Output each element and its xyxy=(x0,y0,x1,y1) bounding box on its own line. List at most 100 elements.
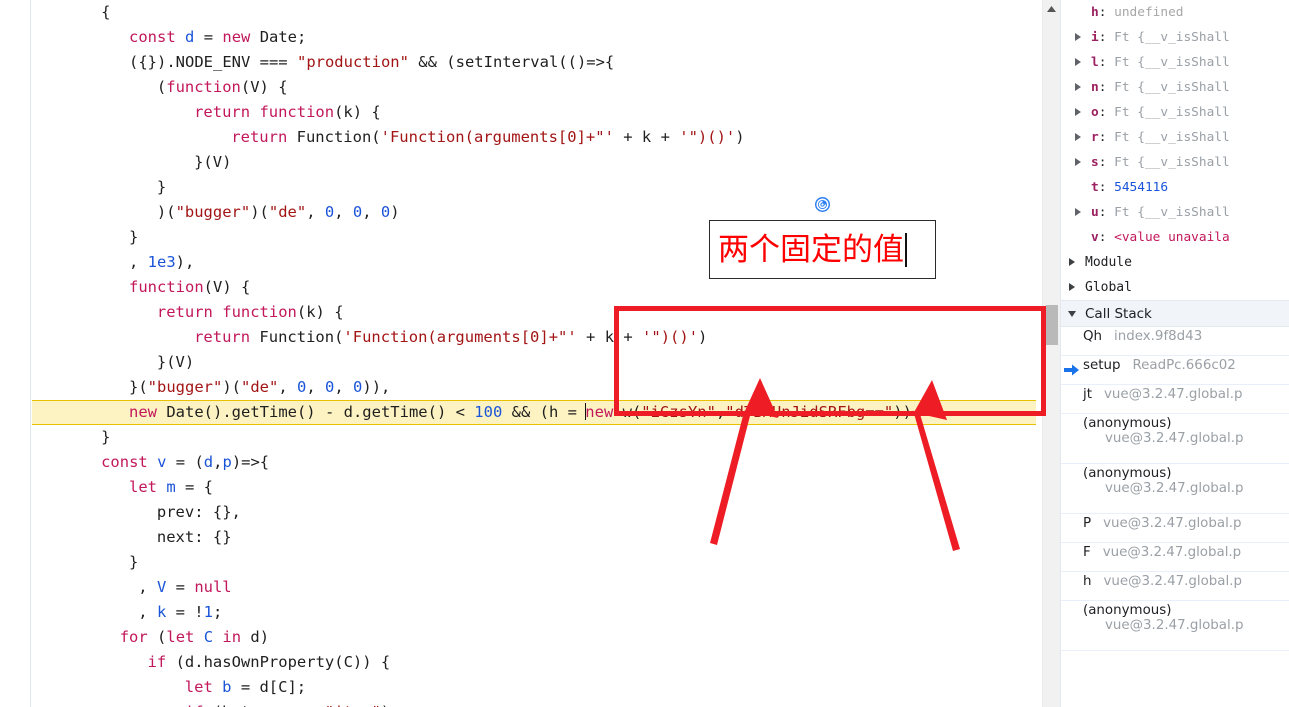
scope-variable-row[interactable]: l: Ft {__v_isShall xyxy=(1061,50,1289,75)
scope-group-global[interactable]: Global xyxy=(1061,275,1289,300)
line-number xyxy=(0,675,26,700)
code-token: 'Function(arguments[0]+"' xyxy=(343,328,577,346)
call-stack-frame[interactable]: Qh index.9f8d43 xyxy=(1061,327,1289,356)
scope-colon: : xyxy=(1098,105,1115,120)
scope-variable-row[interactable]: s: Ft {__v_isShall xyxy=(1061,150,1289,175)
code-content-area[interactable]: {const d = new Date; ({}).NODE_ENV === "p… xyxy=(32,0,1036,707)
code-token: , xyxy=(278,378,297,396)
scope-group-module[interactable]: Module xyxy=(1061,250,1289,275)
code-token: ), xyxy=(175,253,195,271)
code-line[interactable]: const v = (d,p)=>{ xyxy=(32,450,1036,475)
code-token: let xyxy=(166,628,195,646)
code-token: "de" xyxy=(268,203,307,221)
scope-variables-list[interactable]: h: undefined i: Ft {__v_isShall l: Ft {__v… xyxy=(1061,0,1289,250)
code-line[interactable]: }(V) xyxy=(32,150,1036,175)
call-stack-source-location: vue@3.2.47.global.p xyxy=(1105,431,1244,446)
scope-variable-row[interactable]: u: Ft {__v_isShall xyxy=(1061,200,1289,225)
line-number-gutter[interactable] xyxy=(0,0,31,707)
scope-variable-row[interactable]: n: Ft {__v_isShall xyxy=(1061,75,1289,100)
code-token: Function( xyxy=(287,128,381,146)
call-stack-frame[interactable]: (anonymous) vue@3.2.47.global.p xyxy=(1061,601,1289,651)
code-line[interactable]: prev: {}, xyxy=(32,500,1036,525)
code-line[interactable]: }(V) xyxy=(32,350,1036,375)
code-line[interactable]: return Function('Function(arguments[0]+"… xyxy=(32,325,1036,350)
code-line[interactable]: function(V) { xyxy=(32,275,1036,300)
code-line[interactable]: } xyxy=(32,225,1036,250)
scope-variable-row[interactable]: v: <value unavaila xyxy=(1061,225,1289,250)
code-line[interactable]: return Function('Function(arguments[0]+"… xyxy=(32,125,1036,150)
scroll-up-arrow-icon[interactable] xyxy=(1043,0,1060,17)
code-token: new xyxy=(222,28,251,46)
call-stack-section-header[interactable]: Call Stack xyxy=(1061,300,1289,327)
code-token: prev: {}, xyxy=(156,503,241,521)
debugger-sidebar[interactable]: h: undefined i: Ft {__v_isShall l: Ft {__v… xyxy=(1060,0,1289,707)
call-stack-source-location: index.9f8d43 xyxy=(1114,329,1203,344)
code-line[interactable]: }("bugger")("de", 0, 0, 0)), xyxy=(32,375,1036,400)
scope-variable-name: t xyxy=(1091,180,1099,195)
code-editor-pane[interactable]: {const d = new Date; ({}).NODE_ENV === "p… xyxy=(0,0,1060,707)
code-line[interactable]: , V = null xyxy=(32,575,1036,600)
code-token: "item" xyxy=(325,703,381,707)
call-stack-frame[interactable]: (anonymous) vue@3.2.47.global.p xyxy=(1061,414,1289,464)
scope-variable-row[interactable]: t: 5454116 xyxy=(1061,175,1289,200)
call-stack-source-location: vue@3.2.47.global.p xyxy=(1102,545,1242,560)
scope-variable-row[interactable]: r: Ft {__v_isShall xyxy=(1061,125,1289,150)
code-line[interactable]: , k = !1; xyxy=(32,600,1036,625)
code-line[interactable]: let b = d[C]; xyxy=(32,675,1036,700)
code-token: m xyxy=(166,478,176,496)
code-token: new xyxy=(129,403,157,421)
code-line[interactable]: return function(k) { xyxy=(32,300,1036,325)
code-token: )( xyxy=(156,203,176,221)
chevron-right-icon[interactable] xyxy=(1075,108,1081,116)
code-line[interactable]: (function(V) { xyxy=(32,75,1036,100)
code-line[interactable]: next: {} xyxy=(32,525,1036,550)
chevron-right-icon[interactable] xyxy=(1075,58,1081,66)
chevron-right-icon[interactable] xyxy=(1075,208,1081,216)
call-stack-frame[interactable]: (anonymous) vue@3.2.47.global.p xyxy=(1061,464,1289,514)
code-line[interactable]: { xyxy=(32,0,1036,25)
code-line[interactable]: if (b.type === "item") xyxy=(32,700,1036,707)
code-line[interactable]: } xyxy=(32,550,1036,575)
call-stack-frame[interactable]: h vue@3.2.47.global.p xyxy=(1061,572,1289,601)
code-line[interactable]: } xyxy=(32,175,1036,200)
code-token: in xyxy=(222,628,242,646)
code-line[interactable]: return function(k) { xyxy=(32,100,1036,125)
code-token: = ! xyxy=(166,603,204,621)
scope-variable-row[interactable]: h: undefined xyxy=(1061,0,1289,25)
code-token: Date; xyxy=(250,28,307,46)
code-line[interactable]: )("bugger")("de", 0, 0, 0) xyxy=(32,200,1036,225)
chevron-right-icon[interactable] xyxy=(1069,283,1075,291)
code-line[interactable]: if (d.hasOwnProperty(C)) { xyxy=(32,650,1036,675)
code-line[interactable]: const d = new Date; xyxy=(32,25,1036,50)
call-stack-frame[interactable]: setup ReadPc.666c02 xyxy=(1061,356,1289,385)
call-stack-frame-list[interactable]: Qh index.9f8d43 setup ReadPc.666c02 jt vue@3.… xyxy=(1061,327,1289,651)
call-stack-frame[interactable]: Fvue@3.2.47.global.p xyxy=(1061,543,1289,572)
code-line[interactable]: , 1e3), xyxy=(32,250,1036,275)
scope-variable-row[interactable]: i: Ft {__v_isShall xyxy=(1061,25,1289,50)
code-token: V xyxy=(156,578,167,596)
scope-groups-list[interactable]: Module Global xyxy=(1061,250,1289,300)
scope-colon: : xyxy=(1098,80,1115,95)
call-stack-frame[interactable]: jt vue@3.2.47.global.p xyxy=(1061,385,1289,414)
chevron-right-icon[interactable] xyxy=(1075,33,1081,41)
call-stack-frame[interactable]: Pvue@3.2.47.global.p xyxy=(1061,514,1289,543)
code-token: Date().getTime() - d.getTime() < xyxy=(157,403,475,421)
code-line[interactable]: ({}).NODE_ENV === "production" && (setIn… xyxy=(32,50,1036,75)
code-line-current[interactable]: new Date().getTime() - d.getTime() < 100… xyxy=(32,400,1036,425)
chevron-right-icon[interactable] xyxy=(1075,158,1081,166)
chevron-right-icon[interactable] xyxy=(1075,83,1081,91)
code-token: k xyxy=(156,603,167,621)
code-token: + k + xyxy=(576,328,643,346)
code-token: "de" xyxy=(241,378,279,396)
scrollbar-thumb[interactable] xyxy=(1046,305,1058,345)
code-line[interactable]: for (let C in d) xyxy=(32,625,1036,650)
scope-variable-row[interactable]: o: Ft {__v_isShall xyxy=(1061,100,1289,125)
code-token: , xyxy=(334,203,353,221)
code-token: , xyxy=(334,378,354,396)
code-line[interactable]: } xyxy=(32,425,1036,450)
editor-vertical-scrollbar[interactable] xyxy=(1042,0,1060,707)
code-line[interactable]: let m = { xyxy=(32,475,1036,500)
chevron-right-icon[interactable] xyxy=(1075,133,1081,141)
chevron-right-icon[interactable] xyxy=(1069,258,1075,266)
line-number xyxy=(0,175,26,200)
